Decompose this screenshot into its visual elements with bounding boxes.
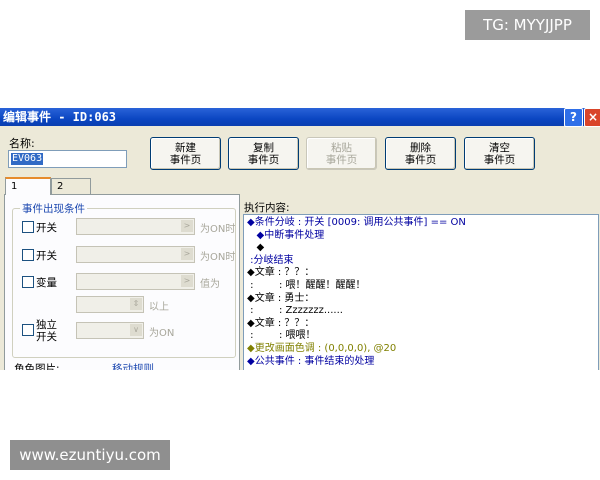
character-image-label: 角色图片: [14, 363, 60, 370]
exec-line[interactable]: ◆公共事件 : 事件结束的处理 [247, 355, 374, 368]
switch1-suffix: 为ON时 [200, 224, 236, 235]
exec-line[interactable]: ◆文章 : ？？： [247, 266, 314, 279]
exec-line[interactable]: ◆条件分岐 : 开关 [0009: 调用公共事件] == ON [247, 216, 466, 229]
new-event-page-label-1: 新建 [175, 141, 196, 154]
copy-event-page-button[interactable]: 复制 事件页 [228, 137, 299, 170]
above-label: 以上 [149, 302, 169, 313]
watermark-label: TG: MYYJJPP [465, 10, 590, 40]
site-watermark-label: www.ezuntiyu.com [10, 440, 170, 470]
title-bar: 编辑事件 - ID:063 ? × [0, 108, 600, 127]
exec-contents-label: 执行内容: [244, 202, 290, 214]
clear-event-page-button[interactable]: 清空 事件页 [464, 137, 535, 170]
name-input[interactable]: EV063 [8, 150, 127, 168]
paste-event-page-button[interactable]: 粘贴 事件页 [306, 137, 377, 170]
self-switch-select[interactable]: ∨ [76, 322, 144, 339]
exec-line[interactable]: :分岐结束 [247, 254, 293, 267]
switch1-select[interactable]: > [76, 218, 195, 235]
chevron-down-icon: ∨ [130, 324, 142, 336]
clear-event-page-label-1: 清空 [489, 141, 510, 154]
chevron-right-icon: > [181, 275, 193, 287]
new-event-page-label-2: 事件页 [169, 153, 202, 166]
self-switch-label-1: 独立 [36, 319, 57, 331]
help-icon[interactable]: ? [564, 108, 583, 127]
self-switch-checkbox[interactable] [22, 324, 34, 336]
exec-line[interactable]: ◆文章 : 勇士： [247, 292, 314, 305]
name-label: 名称: [9, 137, 35, 150]
exec-line[interactable]: ◆中断事件处理 [247, 229, 325, 242]
variable-checkbox[interactable] [22, 276, 34, 288]
self-switch-label: 独立 开关 [36, 319, 57, 343]
chevron-right-icon: > [181, 248, 193, 260]
variable-value-stepper[interactable]: ⇕ [76, 296, 144, 313]
delete-event-page-label-2: 事件页 [404, 153, 437, 166]
clear-event-page-label-2: 事件页 [483, 153, 516, 166]
self-switch-label-2: 开关 [36, 331, 57, 343]
self-switch-suffix: 为ON [149, 328, 175, 339]
chevron-right-icon: > [181, 220, 193, 232]
event-editor-window: 编辑事件 - ID:063 ? × 名称: EV063 新建 事件页 复制 事件… [0, 108, 600, 370]
variable-label: 变量 [36, 277, 57, 289]
variable-suffix: 值为 [200, 279, 220, 290]
exec-line[interactable]: ◆ [247, 241, 265, 254]
copy-event-page-label-1: 复制 [253, 141, 274, 154]
exec-contents-list[interactable]: ◆条件分岐 : 开关 [0009: 调用公共事件] == ON ◆中断事件处理 … [243, 214, 599, 370]
delete-event-page-button[interactable]: 删除 事件页 [385, 137, 456, 170]
tab-page-1[interactable]: 1 [5, 177, 51, 195]
paste-event-page-label-1: 粘贴 [331, 141, 352, 154]
copy-event-page-label-2: 事件页 [247, 153, 280, 166]
exec-line[interactable]: ◆文章 : ？？： [247, 317, 314, 330]
spinner-icon: ⇕ [130, 298, 142, 310]
move-route-label: 移动规则 [112, 363, 154, 370]
switch2-select[interactable]: > [76, 246, 195, 263]
exec-line[interactable]: : : 喂喂！ [247, 329, 315, 342]
tab-page-2[interactable]: 2 [51, 178, 91, 194]
close-icon[interactable]: × [584, 108, 600, 127]
switch2-checkbox[interactable] [22, 249, 34, 261]
switch1-checkbox[interactable] [22, 221, 34, 233]
paste-event-page-label-2: 事件页 [325, 153, 358, 166]
name-input-value: EV063 [11, 153, 44, 165]
new-event-page-button[interactable]: 新建 事件页 [150, 137, 221, 170]
exec-line[interactable]: : : 喂！醒醒！醒醒！ [247, 279, 365, 292]
switch2-label: 开关 [36, 250, 57, 262]
window-title: 编辑事件 - ID:063 [3, 110, 117, 124]
delete-event-page-label-1: 删除 [410, 141, 431, 154]
exec-line[interactable]: ◆更改画面色调 : (0,0,0,0), @20 [247, 342, 396, 355]
switch1-label: 开关 [36, 222, 57, 234]
conditions-group-title: 事件出现条件 [20, 201, 87, 216]
switch2-suffix: 为ON时 [200, 252, 236, 263]
exec-line[interactable]: : : Zzzzzzz...... [247, 304, 343, 317]
variable-select[interactable]: > [76, 273, 195, 290]
